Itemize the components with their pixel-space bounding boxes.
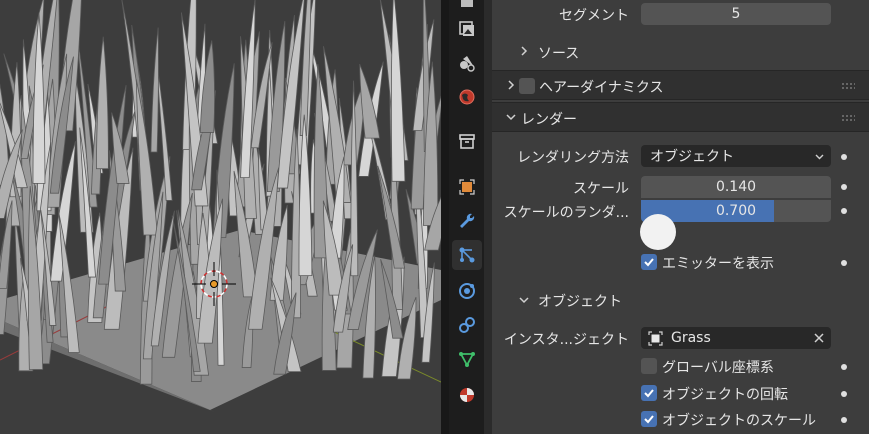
instance-object-field[interactable]: Grass xyxy=(641,327,831,349)
3d-viewport[interactable] xyxy=(0,0,441,434)
instance-object-row: インスタ...ジェクト Grass xyxy=(492,327,869,351)
object-rotation-label: オブジェクトの回転 xyxy=(662,387,788,403)
render-panel-header[interactable]: レンダー xyxy=(492,102,869,132)
scale-field[interactable]: 0.140 xyxy=(641,176,831,198)
view-layer-icon[interactable] xyxy=(452,14,482,44)
global-coords-label: グローバル座標系 xyxy=(662,360,774,376)
grass-blade xyxy=(96,36,109,170)
object-scale-row: オブジェクトのスケール xyxy=(492,409,869,431)
animate-property-icon[interactable] xyxy=(841,364,847,370)
show-emitter-label: エミッターを表示 xyxy=(662,256,774,272)
hair-dynamics-header[interactable]: ヘアーダイナミクス xyxy=(492,70,869,100)
object-scale-checkbox[interactable] xyxy=(641,411,657,427)
chevron-down-icon xyxy=(815,154,824,160)
chevron-right-icon xyxy=(508,80,515,90)
scale-randomness-row: スケールのランダ... 0.700 xyxy=(492,200,869,222)
chevron-right-icon xyxy=(521,46,528,56)
world-icon[interactable] xyxy=(452,82,482,112)
segments-field[interactable]: 5 xyxy=(641,3,831,25)
animate-property-icon[interactable] xyxy=(841,417,847,423)
particle-settings-panel: セグメント 5 ソース ヘアーダイナミクス レンダー レンダリング方法 オブジェ… xyxy=(492,0,869,434)
collection-icon[interactable] xyxy=(452,126,482,156)
scale-randomness-label: スケールのランダ... xyxy=(503,205,629,221)
chevron-down-icon xyxy=(519,297,529,304)
render-as-row: レンダリング方法 オブジェクト xyxy=(492,145,869,169)
material-icon[interactable] xyxy=(452,380,482,410)
object-data-icon xyxy=(648,331,663,346)
properties-tab-bar xyxy=(449,0,484,434)
scale-row: スケール 0.140 xyxy=(492,176,869,198)
object-rotation-row: オブジェクトの回転 xyxy=(492,382,869,404)
source-subpanel-label: ソース xyxy=(538,46,580,62)
object-subpanel-label: オブジェクト xyxy=(538,294,622,310)
render-as-dropdown[interactable]: オブジェクト xyxy=(641,145,831,167)
animate-property-icon[interactable] xyxy=(841,154,847,160)
hair-dynamics-checkbox[interactable] xyxy=(519,78,535,94)
data-icon[interactable] xyxy=(452,344,482,374)
clear-icon[interactable] xyxy=(813,332,825,344)
animate-property-icon[interactable] xyxy=(841,184,847,190)
particles-icon[interactable] xyxy=(452,240,482,270)
hair-dynamics-label: ヘアーダイナミクス xyxy=(539,80,664,96)
scale-randomness-value: 0.700 xyxy=(715,203,757,219)
source-subpanel[interactable]: ソース xyxy=(492,40,869,64)
render-panel-label: レンダー xyxy=(521,112,577,128)
show-emitter-row: エミッターを表示 xyxy=(492,252,869,274)
checkmark-icon xyxy=(644,258,654,267)
grass-blade xyxy=(390,0,406,182)
instance-object-label: インスタ...ジェクト xyxy=(503,332,629,348)
grass-scene xyxy=(0,0,441,412)
drag-grip-icon[interactable] xyxy=(841,82,855,90)
segments-row: セグメント 5 xyxy=(492,3,869,27)
grass-blades xyxy=(0,0,441,385)
scene-icon[interactable] xyxy=(452,48,482,78)
physics-icon[interactable] xyxy=(452,276,482,306)
mouse-cursor-indicator xyxy=(640,214,676,250)
object-scale-label: オブジェクトのスケール xyxy=(662,413,816,429)
object-subpanel[interactable]: オブジェクト xyxy=(492,288,869,312)
animate-property-icon[interactable] xyxy=(841,208,847,214)
object-icon[interactable] xyxy=(452,172,482,202)
animate-property-icon[interactable] xyxy=(841,260,847,266)
grass-blade xyxy=(150,27,159,153)
object-rotation-checkbox[interactable] xyxy=(641,385,657,401)
global-coords-row: グローバル座標系 xyxy=(492,355,869,377)
scale-label: スケール xyxy=(573,181,629,197)
segments-label: セグメント xyxy=(559,8,629,24)
animate-property-icon[interactable] xyxy=(841,391,847,397)
global-coords-checkbox[interactable] xyxy=(641,358,657,374)
modifier-icon[interactable] xyxy=(452,206,482,236)
render-as-label: レンダリング方法 xyxy=(517,150,629,166)
render-as-value: オブジェクト xyxy=(650,149,734,165)
checkmark-icon xyxy=(644,389,654,398)
show-emitter-checkbox[interactable] xyxy=(641,254,657,270)
instance-object-value: Grass xyxy=(671,330,711,346)
checkmark-icon xyxy=(644,415,654,424)
area-separator[interactable] xyxy=(441,0,449,434)
drag-grip-icon[interactable] xyxy=(841,114,855,122)
chevron-down-icon xyxy=(506,114,516,121)
constraints-icon[interactable] xyxy=(452,310,482,340)
properties-editor: セグメント 5 ソース ヘアーダイナミクス レンダー レンダリング方法 オブジェ… xyxy=(484,0,869,434)
